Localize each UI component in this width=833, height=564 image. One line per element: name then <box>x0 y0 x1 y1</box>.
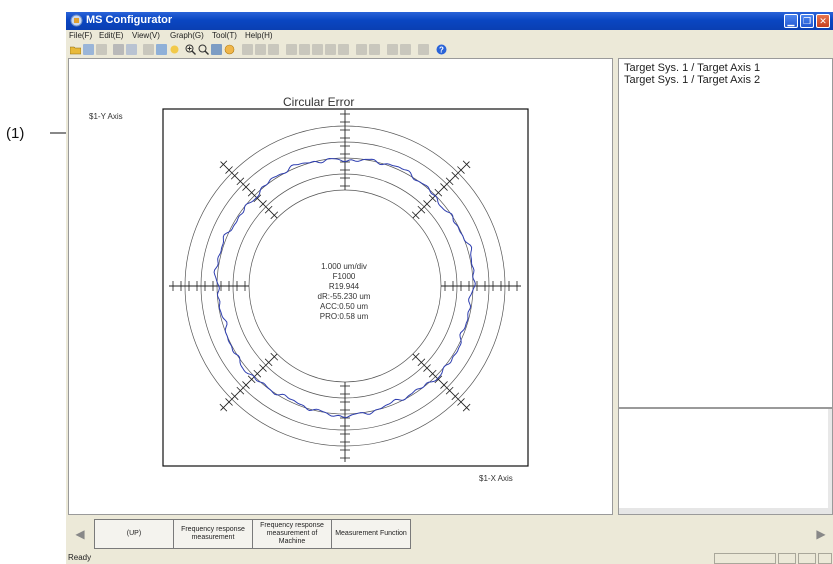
print-icon[interactable] <box>113 44 124 55</box>
zoom-fit-icon[interactable] <box>211 44 222 55</box>
info-scale: 1.000 um/div <box>321 262 367 271</box>
fn-key-frequency-response-machine[interactable]: Frequency response measurement of Machin… <box>252 519 332 549</box>
disabled-icon <box>299 44 310 55</box>
zoom-reset-icon[interactable] <box>198 44 209 55</box>
menu-view[interactable]: View(V) <box>132 31 160 40</box>
save-disabled-icon <box>96 44 107 55</box>
title-bar: MS Configurator ▁ ❐ ✕ <box>66 12 833 30</box>
callout-label: (1) <box>6 125 25 142</box>
info-radius: R19.944 <box>328 282 360 291</box>
status-panel <box>818 553 832 564</box>
disabled-icon <box>143 44 154 55</box>
fn-key-measurement-function[interactable]: Measurement Function <box>331 519 411 549</box>
zoom-in-icon[interactable] <box>185 44 196 55</box>
axis-list-item[interactable]: Target Sys. 1 / Target Axis 1 <box>624 62 760 74</box>
menu-file[interactable]: File(F) <box>69 31 92 40</box>
disabled-icon <box>369 44 380 55</box>
disabled-icon <box>325 44 336 55</box>
graph-pane: Circular Error $1-Y Axis $1-X Axis 1.000… <box>68 58 613 515</box>
measurement-info: 1.000 um/div F1000 R19.944 dR:-55.230 um… <box>269 262 419 322</box>
minimize-button[interactable]: ▁ <box>784 14 798 28</box>
y-axis-label: $1-Y Axis <box>89 112 123 121</box>
menu-graph[interactable]: Graph(G) <box>170 31 204 40</box>
open-folder-icon[interactable] <box>70 44 81 55</box>
app-window: MS Configurator ▁ ❐ ✕ File(F) Edit(E) Vi… <box>66 12 833 564</box>
save-icon[interactable] <box>83 44 94 55</box>
menu-help[interactable]: Help(H) <box>245 31 273 40</box>
disabled-icon <box>286 44 297 55</box>
disabled-icon <box>418 44 429 55</box>
menu-edit[interactable]: Edit(E) <box>99 31 123 40</box>
info-dr: dR:-55.230 um <box>317 292 371 301</box>
disabled-icon <box>338 44 349 55</box>
disabled-icon <box>312 44 323 55</box>
print-preview-icon[interactable] <box>126 44 137 55</box>
close-button[interactable]: ✕ <box>816 14 830 28</box>
status-panel <box>714 553 776 564</box>
vertical-scrollbar[interactable] <box>828 409 832 514</box>
minimize-icon: ▁ <box>787 16 795 26</box>
status-text: Ready <box>68 553 92 562</box>
function-key-bar: ◀ (UP) Frequency response measurement Fr… <box>66 515 833 552</box>
graph-settings-icon[interactable] <box>156 44 167 55</box>
horizontal-scrollbar[interactable] <box>619 508 832 514</box>
left-arrow-icon[interactable]: ◀ <box>70 523 90 545</box>
info-feedrate: F1000 <box>332 272 356 281</box>
toolbar: ? <box>66 42 833 58</box>
axis-list-pane: Target Sys. 1 / Target Axis 1 Target Sys… <box>618 58 833 408</box>
info-profile: PRO:0.58 um <box>319 312 369 321</box>
measure-icon[interactable] <box>169 44 180 55</box>
status-panel <box>778 553 796 564</box>
disabled-icon <box>255 44 266 55</box>
disabled-icon <box>356 44 367 55</box>
fn-key-frequency-response[interactable]: Frequency response measurement <box>173 519 253 549</box>
status-bar: Ready <box>66 552 833 564</box>
maximize-button[interactable]: ❐ <box>800 14 814 28</box>
status-panel <box>798 553 816 564</box>
x-axis-label: $1-X Axis <box>479 474 513 483</box>
help-icon[interactable]: ? <box>436 44 447 55</box>
fn-key-up[interactable]: (UP) <box>94 519 174 549</box>
disabled-icon <box>400 44 411 55</box>
output-pane <box>618 408 833 515</box>
disabled-icon <box>242 44 253 55</box>
axis-list-item[interactable]: Target Sys. 1 / Target Axis 2 <box>624 74 760 86</box>
info-accuracy: ACC:0.50 um <box>319 302 369 311</box>
disabled-icon <box>387 44 398 55</box>
right-arrow-icon[interactable]: ▶ <box>811 523 831 545</box>
close-icon: ✕ <box>819 16 827 26</box>
menu-tool[interactable]: Tool(T) <box>212 31 237 40</box>
svg-text:?: ? <box>439 46 444 55</box>
color-icon[interactable] <box>224 44 235 55</box>
chart-title: Circular Error <box>283 95 355 109</box>
app-icon <box>70 14 83 27</box>
menu-bar: File(F) Edit(E) View(V) Graph(G) Tool(T)… <box>66 30 833 42</box>
maximize-icon: ❐ <box>802 16 812 26</box>
window-title: MS Configurator <box>86 14 173 26</box>
disabled-icon <box>268 44 279 55</box>
